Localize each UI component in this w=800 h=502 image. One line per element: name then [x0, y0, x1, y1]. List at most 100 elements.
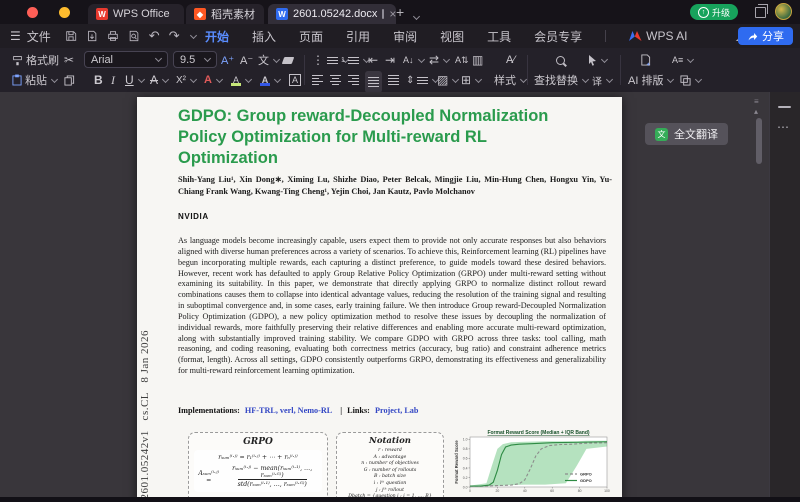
word-doc-icon: W — [276, 8, 288, 20]
close-button[interactable] — [27, 7, 38, 18]
find-replace-button[interactable]: 查找替换 — [534, 71, 588, 89]
italic-button[interactable]: I — [111, 71, 115, 89]
page[interactable]: GDPO: Group reward-Decoupled Normalizati… — [137, 97, 622, 502]
highlight-color-button[interactable]: A — [231, 71, 251, 89]
text-tool-button[interactable]: A⁄ — [506, 51, 515, 69]
export-icon[interactable] — [86, 30, 98, 42]
redo-icon[interactable]: ↷ — [169, 28, 180, 44]
ruler-toggle-icon[interactable]: ≡ — [754, 98, 759, 106]
chevron-down-icon — [162, 75, 169, 82]
sort-button[interactable]: A⇅ — [455, 51, 469, 69]
svg-text:GRPO: GRPO — [580, 472, 592, 477]
tab-page[interactable]: 页面 — [299, 28, 323, 45]
chevron-down-icon — [452, 75, 459, 82]
chevron-down-icon — [417, 55, 424, 62]
wrap-icon: ⇄ — [429, 53, 439, 67]
cut-button[interactable]: ✂ — [64, 51, 74, 69]
distribute-icon — [388, 75, 399, 85]
svg-text:40: 40 — [523, 489, 527, 493]
font-family-select[interactable]: Arial — [84, 51, 168, 68]
increase-indent-button[interactable]: ⇥ — [385, 51, 395, 69]
tab-document[interactable]: W 2601.05242.docx × — [268, 4, 396, 24]
implementation-links[interactable]: HF-TRL, verl, Nemo-RL — [245, 406, 332, 415]
text-direction-button[interactable]: A↓ — [403, 51, 424, 69]
svg-text:Format Reward Score: Format Reward Score — [454, 440, 459, 484]
styles-button[interactable]: 样式 — [494, 71, 526, 89]
sidebar-more-button[interactable]: ⋯ — [777, 120, 790, 134]
undo-icon[interactable]: ↶ — [149, 28, 160, 44]
tab-wps-office[interactable]: W WPS Office — [88, 4, 184, 24]
align-right-button[interactable] — [348, 71, 359, 89]
underline-button[interactable]: U — [125, 71, 144, 89]
translate-button[interactable]: 译 — [592, 71, 612, 89]
multi-window-icon[interactable] — [755, 7, 766, 18]
display-mode-icon[interactable] — [382, 9, 384, 19]
eraser-icon — [282, 57, 295, 64]
tab-docer[interactable]: ◆ 稻壳素材 — [186, 4, 264, 24]
translate-icon: 译 — [592, 73, 602, 88]
align-center-button[interactable] — [330, 71, 341, 89]
show-marks-button[interactable]: ▥ — [472, 51, 483, 69]
pinyin-guide-button[interactable]: 文 — [258, 51, 279, 69]
find-icon-button[interactable] — [556, 51, 565, 69]
bold-button[interactable]: B — [94, 71, 103, 89]
project-links[interactable]: Project, Lab — [375, 406, 419, 415]
print-preview-icon[interactable] — [128, 30, 140, 42]
align-left-button[interactable] — [312, 71, 323, 89]
text-format-button[interactable]: A≡ — [672, 51, 693, 69]
borders-icon: ⊞ — [461, 73, 471, 87]
toolbar: 格式刷 ✂ Arial 9.5 A⁺ A⁻ 文 ⋮ 1 ⇤ ⇥ A↓ ⇄ A⇅ … — [0, 48, 800, 92]
wrap-button[interactable]: ⇄ — [429, 51, 449, 69]
chevron-down-icon — [274, 75, 281, 82]
ai-layout-button[interactable]: AI 排版 — [628, 71, 673, 89]
justify-button[interactable] — [365, 71, 382, 93]
format-painter-button[interactable]: 格式刷 — [12, 51, 59, 69]
tab-home[interactable]: 开始 — [205, 28, 229, 45]
upgrade-button[interactable]: ↑ 升级 — [690, 4, 738, 20]
distribute-button[interactable] — [388, 71, 399, 89]
save-icon[interactable] — [65, 30, 77, 42]
chevron-down-icon — [667, 75, 674, 82]
hamburger-icon[interactable]: ☰ — [10, 29, 21, 43]
minimize-button[interactable] — [59, 7, 70, 18]
tab-insert[interactable]: 插入 — [252, 28, 276, 45]
wps-ai-button[interactable]: WPS AI — [629, 29, 687, 43]
ai-doc-button[interactable] — [640, 51, 651, 69]
copy-button[interactable] — [64, 71, 75, 89]
more-commands-icon[interactable] — [190, 31, 197, 38]
numbered-list-button[interactable]: 1 — [341, 51, 369, 69]
font-color-button[interactable]: A — [260, 71, 280, 89]
file-menu[interactable]: 文件 — [27, 28, 51, 45]
scrollbar-thumb[interactable] — [756, 118, 762, 164]
select-button[interactable] — [588, 51, 607, 69]
font-size-select[interactable]: 9.5 — [173, 51, 217, 68]
share-button[interactable]: 分享 — [738, 27, 793, 45]
text-effects-button[interactable]: A — [204, 71, 222, 89]
sidebar-collapse-button[interactable] — [778, 106, 791, 108]
new-tab-button[interactable]: + — [396, 4, 404, 20]
line-spacing-button[interactable]: ⇕ — [406, 71, 438, 89]
increase-font-button[interactable]: A⁺ — [221, 51, 234, 69]
clear-format-button[interactable] — [283, 51, 293, 69]
more-layout-button[interactable] — [680, 71, 701, 89]
tab-member[interactable]: 会员专享 — [534, 28, 582, 45]
decrease-indent-button[interactable]: ⇤ — [368, 51, 378, 69]
tab-list-button[interactable] — [412, 6, 419, 22]
shading-button[interactable]: ▨ — [437, 71, 458, 89]
tab-view[interactable]: 视图 — [440, 28, 464, 45]
scroll-up-icon[interactable]: ▴ — [754, 108, 758, 116]
tab-review[interactable]: 审阅 — [393, 28, 417, 45]
superscript-button[interactable]: X² — [176, 71, 196, 89]
char-border-button[interactable]: A — [289, 71, 301, 89]
chevron-down-icon — [216, 75, 223, 82]
strikethrough-button[interactable]: A — [150, 71, 168, 89]
borders-button[interactable]: ⊞ — [461, 71, 481, 89]
svg-text:0.2: 0.2 — [463, 476, 468, 480]
paste-button[interactable]: 粘贴 — [12, 71, 57, 89]
user-avatar[interactable] — [775, 3, 792, 20]
tab-reference[interactable]: 引用 — [346, 28, 370, 45]
print-icon[interactable] — [107, 30, 119, 42]
fulltext-translate-button[interactable]: 文 全文翻译 — [645, 123, 728, 145]
decrease-font-button[interactable]: A⁻ — [240, 51, 253, 69]
tab-tools[interactable]: 工具 — [487, 28, 511, 45]
